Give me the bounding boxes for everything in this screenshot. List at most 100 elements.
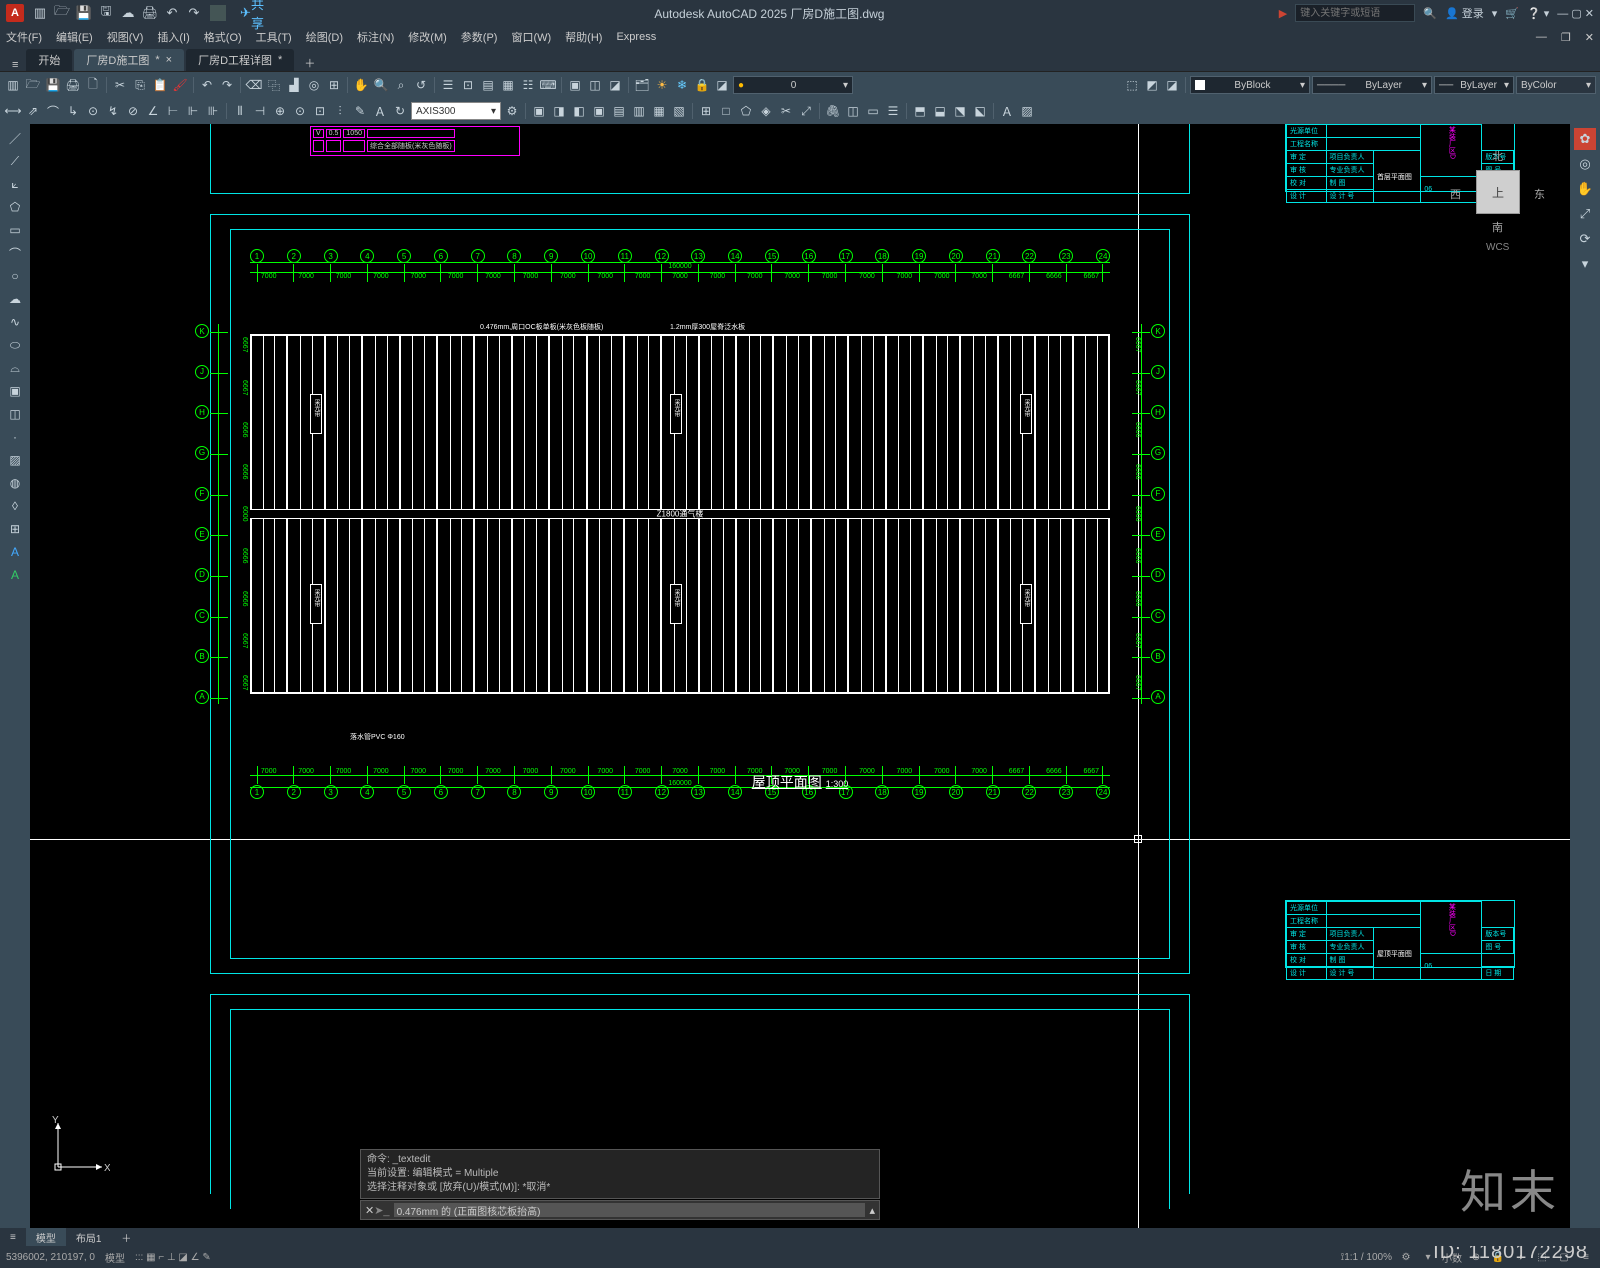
refedit-icon[interactable]: ▣ [530,102,548,120]
search-icon[interactable]: 🔍 [1423,7,1437,20]
tab-start[interactable]: 开始 [26,49,72,71]
hatch-back-icon[interactable]: ▨ [1018,102,1036,120]
zoom-extents-icon[interactable]: ⤢ [1574,203,1596,225]
order-front-icon[interactable]: ⬒ [911,102,929,120]
menu-draw[interactable]: 绘图(D) [306,29,343,45]
vp-clip-icon[interactable]: ✂ [777,102,795,120]
ucs-icon[interactable]: X Y [50,1115,110,1178]
insertblock-icon[interactable]: ◪ [606,76,624,94]
dim-quick-icon[interactable]: ⊢ [164,102,182,120]
dim-radius-icon[interactable]: ⊙ [84,102,102,120]
model-tab[interactable]: 模型 [26,1228,66,1246]
m4-icon[interactable]: ▦ [650,102,668,120]
zoomprev-icon[interactable]: ↺ [412,76,430,94]
layeriso-icon[interactable]: ◩ [1143,76,1161,94]
menu-help[interactable]: 帮助(H) [565,29,602,45]
properties-icon[interactable]: ☰ [439,76,457,94]
menu-dimension[interactable]: 标注(N) [357,29,394,45]
zoom-icon[interactable]: 🔍 [372,76,390,94]
offset-icon[interactable]: ◎ [305,76,323,94]
infocenter-icon[interactable]: 🛒 [1505,7,1519,20]
cmd-close-icon[interactable]: ✕ [365,1204,374,1217]
command-window[interactable]: 命令: _textedit 当前设置: 编辑模式 = Multiple 选择注释… [360,1149,880,1220]
maximize-button[interactable]: ▢ [1571,8,1581,20]
menu-insert[interactable]: 插入(I) [157,29,189,45]
units-readout[interactable]: 小数 [1442,1249,1462,1265]
viewcube-east[interactable]: 东 [1534,186,1545,202]
vp-poly-icon[interactable]: ⬠ [737,102,755,120]
undo-icon[interactable]: ↶ [198,76,216,94]
xline-icon[interactable]: ⟋ [5,151,25,171]
inspect-icon[interactable]: ⊡ [311,102,329,120]
block-icon[interactable]: ◫ [5,404,25,424]
sheetset-icon[interactable]: ▦ [499,76,517,94]
viewcube-north[interactable]: 北 [1492,148,1503,164]
gear-icon[interactable]: ⚙ [1398,1249,1414,1265]
line-icon[interactable]: ／ [5,128,25,148]
hatch-icon[interactable]: ▨ [5,450,25,470]
model-paper-toggle[interactable]: 模型 [105,1250,125,1265]
dim-ordinate-icon[interactable]: ↳ [64,102,82,120]
gradient-icon[interactable]: ◍ [5,473,25,493]
drawing-canvas[interactable]: V0.51050综合全部随板(米灰色随板) 光源单位某装厂区D 工程名称 审 定… [30,124,1570,1228]
vp-scale-icon[interactable]: ⤢ [797,102,815,120]
help-search-input[interactable] [1295,4,1415,22]
command-input-row[interactable]: ✕ ➤_ 0.476mm 的 (正面图核芯板抬高) ▴ [360,1200,880,1220]
open-icon[interactable]: 🗁 [54,5,70,21]
point-icon[interactable]: · [5,427,25,447]
view-cube[interactable]: 北 南 东 西 上 WCS [1450,144,1545,239]
dimtedit-icon[interactable]: Ａ [371,102,389,120]
dim-angular-icon[interactable]: ∠ [144,102,162,120]
new-tab-button[interactable]: ＋ [296,55,323,71]
clean-screen-icon[interactable]: ▢ [1556,1249,1572,1265]
order-under-icon[interactable]: ⬕ [971,102,989,120]
linetype-dropdown[interactable]: ────ByLayer▾ [1312,76,1432,94]
viewport-icon[interactable]: ⊞ [697,102,715,120]
close-nav-icon[interactable]: ✿ [1574,128,1596,150]
dim-continue-icon[interactable]: ⊪ [204,102,222,120]
dim-linear-icon[interactable]: ⟷ [4,102,22,120]
layermgr-icon[interactable]: 🗂 [633,76,651,94]
plotstyle-dropdown[interactable]: ByColor▾ [1516,76,1596,94]
refclose-icon[interactable]: ◨ [550,102,568,120]
zoomwin-icon[interactable]: ⌕ [392,76,410,94]
dimupdate-icon[interactable]: ↻ [391,102,409,120]
customize-icon[interactable]: ≡ [1578,1249,1594,1265]
vp-single-icon[interactable]: □ [717,102,735,120]
copy-icon[interactable]: ⎘ [131,76,149,94]
dim-jog-icon[interactable]: ↯ [104,102,122,120]
layerprev-icon[interactable]: ⬚ [1123,76,1141,94]
menu-file[interactable]: 文件(F) [6,29,42,45]
minimize-button[interactable]: — [1557,8,1568,20]
dimstylemgr-icon[interactable]: ⚙ [503,102,521,120]
pline-icon[interactable]: ⟀ [5,174,25,194]
m1-icon[interactable]: ▣ [590,102,608,120]
autodesk-app-icon[interactable]: ▾ [1492,7,1498,20]
dim-arc-icon[interactable]: ⌒ [44,102,62,120]
layerstate-icon[interactable]: ☀ [653,76,671,94]
rec-icon[interactable]: ▶ [1279,7,1287,20]
layercolor-icon[interactable]: ◪ [713,76,731,94]
save-icon[interactable]: 💾 [76,5,92,21]
app-logo[interactable]: A [6,4,24,22]
showmotion-icon[interactable]: ▾ [1574,253,1596,275]
anno-scale-icon[interactable]: ▾ [1420,1249,1436,1265]
cut-icon[interactable]: ✂ [111,76,129,94]
erase-icon[interactable]: ⌫ [245,76,263,94]
isolate-icon[interactable]: ◑ [1512,1249,1528,1265]
layeruniso-icon[interactable]: ◪ [1163,76,1181,94]
revcloud-icon[interactable]: ☁ [5,289,25,309]
redo-icon[interactable]: ↷ [186,5,202,21]
pan-icon[interactable]: ✋ [1574,178,1596,200]
circle-icon[interactable]: ○ [5,266,25,286]
close-button[interactable]: ✕ [1585,8,1594,20]
doc-minimize-button[interactable]: — [1536,31,1547,43]
open-icon[interactable]: 🗁 [24,76,42,94]
markup-icon[interactable]: ☷ [519,76,537,94]
viewcube-west[interactable]: 西 [1450,186,1461,202]
viewcube-wcs[interactable]: WCS [1486,242,1509,253]
lineweight-dropdown[interactable]: ──ByLayer▾ [1434,76,1514,94]
dim-aligned-icon[interactable]: ⇗ [24,102,42,120]
ref-frame-icon[interactable]: ▭ [864,102,882,120]
arc-icon[interactable]: ⌒ [5,243,25,263]
